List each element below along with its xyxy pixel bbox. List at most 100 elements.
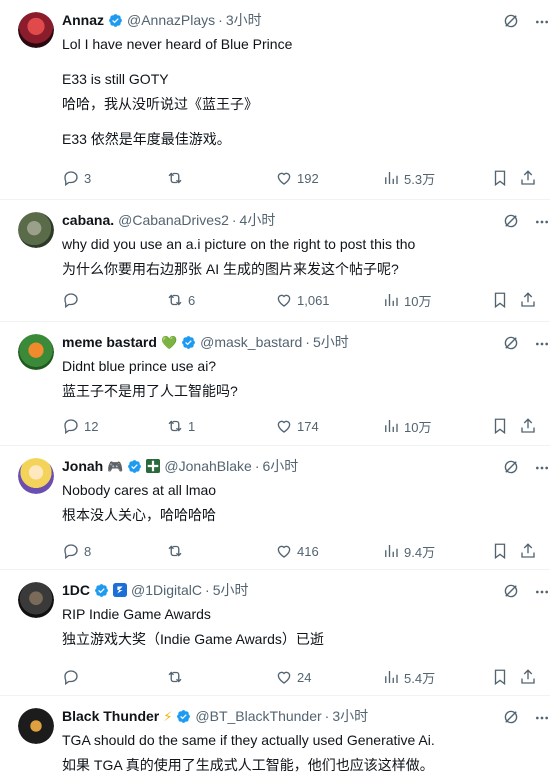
like-icon	[277, 545, 291, 558]
avatar[interactable]	[18, 458, 54, 494]
like-button[interactable]: 192	[275, 168, 319, 188]
retweet-button[interactable]: 1	[166, 416, 195, 436]
handle[interactable]: @CabanaDrives2	[118, 212, 229, 228]
reply-button[interactable]	[62, 667, 84, 687]
reply-icon	[64, 419, 78, 435]
tweet-line: E33 is still GOTY	[62, 71, 169, 87]
avatar[interactable]	[18, 582, 54, 618]
display-name[interactable]: meme bastard	[62, 334, 157, 350]
bookmark-button[interactable]	[491, 541, 509, 561]
timestamp[interactable]: 6小时	[262, 456, 298, 476]
like-button[interactable]: 24	[275, 667, 311, 687]
share-button[interactable]	[519, 667, 537, 687]
reply-tweet[interactable]: Jonah 🎮 @JonahBlake · 6小时 Nobody cares a…	[0, 446, 550, 570]
reply-tweet[interactable]: 1DC @1DigitalC · 5小时 RIP Indie Game Awar…	[0, 570, 550, 696]
bookmark-button[interactable]	[491, 667, 509, 687]
bookmark-button[interactable]	[491, 290, 509, 310]
reply-tweet[interactable]: meme bastard 💚 @mask_bastard · 5小时 Didnt…	[0, 322, 550, 446]
green-heart-emoji: 💚	[160, 334, 178, 350]
display-name[interactable]: cabana.	[62, 212, 114, 228]
grok-icon[interactable]	[502, 334, 520, 352]
views-icon	[385, 420, 398, 432]
tweet-header: Annaz @AnnazPlays · 3小时	[62, 10, 536, 30]
verified-badge-icon	[177, 709, 191, 723]
grok-icon[interactable]	[502, 12, 520, 30]
reply-tweet[interactable]: Black Thunder ⚡ @BT_BlackThunder · 3小时 T…	[0, 696, 550, 782]
grok-icon[interactable]	[502, 582, 520, 600]
handle[interactable]: @mask_bastard	[200, 334, 302, 350]
retweet-button[interactable]: 6	[166, 290, 195, 310]
reply-tweet[interactable]: cabana. @CabanaDrives2 · 4小时 why did you…	[0, 200, 550, 322]
avatar[interactable]	[18, 334, 54, 370]
reply-button[interactable]: 8	[62, 541, 91, 561]
action-bar: 8 416 9.4万	[62, 541, 536, 561]
grok-icon[interactable]	[502, 458, 520, 476]
timestamp[interactable]: 3小时	[332, 706, 368, 726]
like-button[interactable]: 1,061	[275, 290, 330, 310]
display-name[interactable]: Black Thunder	[62, 708, 159, 724]
views-button[interactable]: 10万	[382, 416, 431, 436]
timestamp[interactable]: 5小时	[213, 580, 249, 600]
more-icon[interactable]	[534, 214, 550, 230]
bookmark-icon	[494, 669, 506, 686]
views-count: 5.3万	[404, 171, 436, 187]
more-icon[interactable]	[534, 336, 550, 352]
display-name[interactable]: Annaz	[62, 12, 104, 28]
avatar[interactable]	[18, 708, 54, 744]
reply-button[interactable]: 12	[62, 416, 98, 436]
retweet-button[interactable]	[166, 541, 188, 561]
retweet-button[interactable]	[166, 667, 188, 687]
retweet-count: 6	[188, 292, 196, 308]
separator-dot: ·	[218, 12, 223, 28]
views-icon	[385, 172, 398, 184]
bookmark-icon	[494, 543, 506, 560]
reply-button[interactable]: 3	[62, 168, 91, 188]
more-icon[interactable]	[534, 710, 550, 726]
retweet-icon	[168, 172, 182, 184]
tweet-text: Nobody cares at all lmao 根本没人关心，哈哈哈哈	[62, 481, 536, 525]
like-button[interactable]: 174	[275, 416, 319, 436]
like-count: 174	[297, 418, 319, 434]
bookmark-button[interactable]	[491, 168, 509, 188]
like-button[interactable]: 416	[275, 541, 319, 561]
display-name[interactable]: Jonah	[62, 458, 103, 474]
display-name[interactable]: 1DC	[62, 582, 90, 598]
tweet-header: 1DC @1DigitalC · 5小时	[62, 580, 536, 600]
action-bar: 6 1,061 10万	[62, 290, 536, 310]
separator-dot: ·	[254, 458, 260, 474]
share-button[interactable]	[519, 290, 537, 310]
grok-icon[interactable]	[502, 708, 520, 726]
more-icon[interactable]	[534, 584, 550, 600]
avatar[interactable]	[18, 212, 54, 248]
reply-tweet[interactable]: Annaz @AnnazPlays · 3小时 Lol I have never…	[0, 0, 550, 200]
verified-badge-icon	[182, 335, 196, 349]
action-bar: 12 1 174 10万	[62, 416, 536, 436]
reply-icon	[64, 293, 78, 309]
views-button[interactable]: 9.4万	[382, 541, 435, 561]
avatar[interactable]	[18, 12, 54, 48]
handle[interactable]: @JonahBlake	[164, 458, 251, 474]
reply-button[interactable]	[62, 290, 84, 310]
grok-icon[interactable]	[502, 212, 520, 230]
views-button[interactable]: 5.3万	[382, 168, 435, 188]
retweet-button[interactable]	[166, 168, 188, 188]
more-icon[interactable]	[534, 14, 550, 30]
bookmark-icon	[494, 170, 506, 187]
share-button[interactable]	[519, 416, 537, 436]
tweet-text: TGA should do the same if they actually …	[62, 731, 536, 775]
retweet-icon	[168, 420, 182, 432]
verified-badge-icon	[128, 459, 142, 473]
bookmark-button[interactable]	[491, 416, 509, 436]
timestamp[interactable]: 4小时	[240, 210, 276, 230]
views-button[interactable]: 5.4万	[382, 667, 435, 687]
timestamp[interactable]: 3小时	[226, 10, 262, 30]
handle[interactable]: @AnnazPlays	[127, 12, 215, 28]
timestamp[interactable]: 5小时	[313, 332, 349, 352]
more-icon[interactable]	[534, 460, 550, 476]
handle[interactable]: @1DigitalC	[131, 582, 202, 598]
views-button[interactable]: 10万	[382, 290, 431, 310]
share-button[interactable]	[519, 541, 537, 561]
share-button[interactable]	[519, 168, 537, 188]
handle[interactable]: @BT_BlackThunder	[195, 708, 321, 724]
affiliate-badge-icon	[113, 583, 128, 597]
